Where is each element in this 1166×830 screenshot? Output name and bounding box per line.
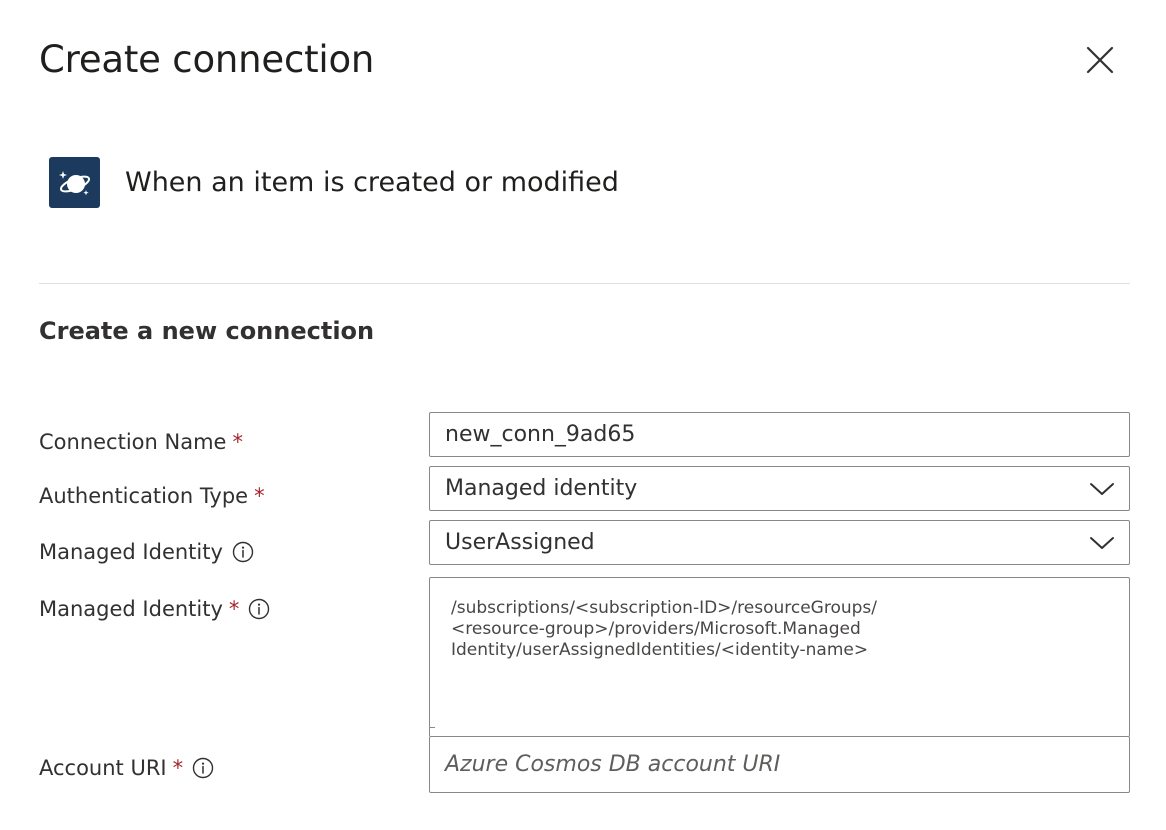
info-icon[interactable] bbox=[232, 541, 254, 563]
authentication-type-label-text: Authentication Type bbox=[39, 484, 249, 508]
close-button[interactable] bbox=[1080, 40, 1120, 80]
required-asterisk: * bbox=[232, 430, 243, 454]
required-asterisk: * bbox=[254, 484, 265, 508]
connection-name-label-text: Connection Name bbox=[39, 430, 227, 454]
close-icon bbox=[1086, 46, 1114, 74]
account-uri-label-text: Account URI bbox=[39, 756, 167, 780]
cosmos-db-planet-icon bbox=[49, 157, 100, 208]
divider bbox=[39, 283, 1130, 284]
managed-identity-type-dropdown[interactable]: UserAssigned bbox=[429, 520, 1130, 565]
connection-name-label: Connection Name * bbox=[39, 427, 243, 457]
connection-name-input[interactable]: new_conn_9ad65 bbox=[429, 412, 1130, 457]
section-title: Create a new connection bbox=[39, 317, 375, 345]
connection-name-value: new_conn_9ad65 bbox=[445, 422, 636, 447]
chevron-down-icon bbox=[1090, 536, 1114, 549]
info-icon[interactable] bbox=[248, 598, 270, 620]
authentication-type-dropdown[interactable]: Managed identity bbox=[429, 466, 1130, 511]
trigger-title: When an item is created or modified bbox=[125, 167, 619, 198]
managed-identity-id-textarea[interactable]: /subscriptions/<subscription-ID>/resourc… bbox=[429, 577, 1130, 737]
required-asterisk: * bbox=[172, 756, 184, 780]
managed-identity-type-value: UserAssigned bbox=[445, 530, 595, 555]
textarea-edge bbox=[429, 727, 435, 728]
account-uri-label: Account URI * bbox=[39, 753, 214, 783]
account-uri-placeholder: Azure Cosmos DB account URI bbox=[445, 752, 781, 777]
create-connection-panel: Create connection When an item is create… bbox=[0, 0, 1166, 830]
authentication-type-label: Authentication Type * bbox=[39, 481, 265, 511]
info-icon[interactable] bbox=[192, 757, 214, 779]
required-asterisk: * bbox=[228, 597, 240, 621]
authentication-type-value: Managed identity bbox=[445, 476, 638, 501]
account-uri-input[interactable]: Azure Cosmos DB account URI bbox=[429, 736, 1130, 793]
page-title: Create connection bbox=[39, 38, 375, 81]
managed-identity-type-label: Managed Identity bbox=[39, 537, 254, 567]
chevron-down-icon bbox=[1090, 482, 1114, 495]
managed-identity-type-label-text: Managed Identity bbox=[39, 540, 223, 564]
managed-identity-id-label-text: Managed Identity bbox=[39, 597, 223, 621]
managed-identity-id-label: Managed Identity * bbox=[39, 594, 270, 624]
